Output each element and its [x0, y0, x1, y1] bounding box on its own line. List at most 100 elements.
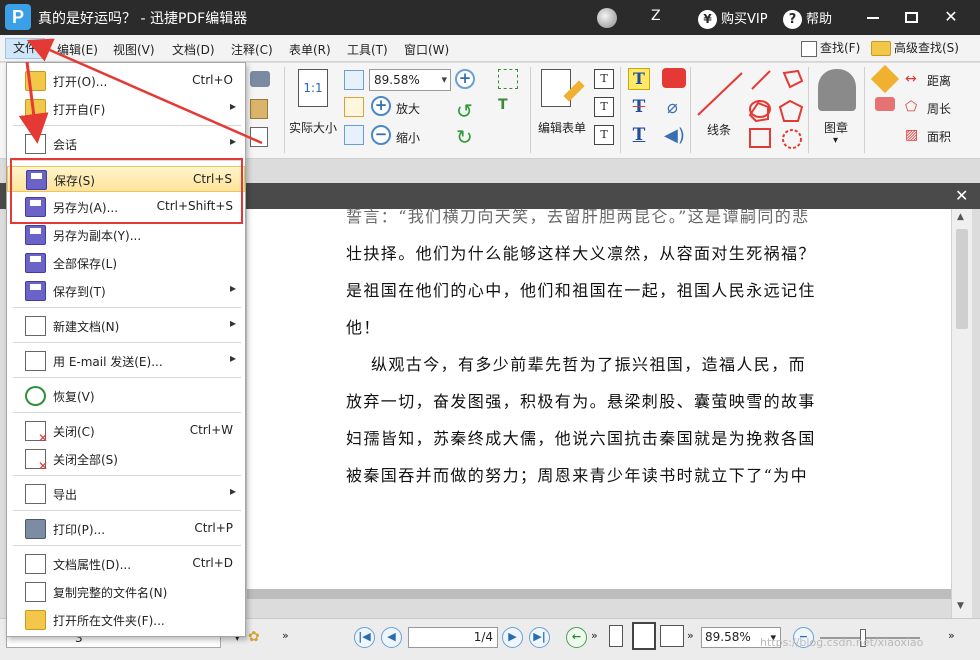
sound-icon[interactable]: ◀) — [664, 125, 685, 146]
close-document-icon[interactable]: ✕ — [955, 186, 968, 205]
last-page-icon[interactable]: ▶| — [529, 627, 550, 648]
scroll-thumb[interactable] — [956, 229, 968, 329]
menu-item-revert[interactable]: 恢复(V) — [7, 383, 245, 409]
menu-item-open[interactable]: 打开(O)... Ctrl+O — [7, 68, 245, 94]
text-callout-icon[interactable]: T — [594, 97, 614, 117]
scroll-up-icon[interactable]: ▲ — [957, 212, 964, 222]
edit-form-button[interactable]: 编辑表单 — [538, 119, 586, 136]
strikeout-text-icon[interactable]: T — [628, 96, 650, 118]
continuous-page-icon[interactable] — [632, 622, 656, 650]
help-button[interactable]: ? 帮助 — [783, 8, 832, 29]
maximize-button[interactable] — [896, 4, 926, 30]
minimize-button[interactable] — [858, 4, 888, 30]
menu-form[interactable]: 表单(R) — [289, 41, 331, 58]
text-frame-icon[interactable]: T — [594, 125, 614, 145]
actual-size-icon: 1:1 — [298, 69, 328, 107]
menu-document[interactable]: 文档(D) — [172, 41, 215, 58]
menu-item-label: 关闭全部(S) — [53, 453, 118, 467]
rotate-right-icon[interactable]: ↻ — [456, 125, 473, 149]
menu-item-label: 另存为副本(Y)... — [53, 229, 142, 243]
save-all-icon — [25, 253, 46, 273]
close-window-button[interactable]: ✕ — [936, 4, 966, 30]
distance-button[interactable]: 距离 — [927, 72, 951, 89]
zoom-out-button[interactable]: 缩小 — [396, 129, 420, 146]
zoom-out-icon[interactable]: − — [371, 125, 391, 145]
attachment-icon[interactable]: ⌀ — [667, 97, 678, 118]
help-label: 帮助 — [806, 12, 833, 27]
menu-item-save-copy[interactable]: 另存为副本(Y)... — [7, 222, 245, 248]
line-tool-button[interactable]: 线条 — [707, 121, 731, 138]
menu-item-new-document[interactable]: 新建文档(N) ▸ — [7, 313, 245, 339]
menu-item-save-to[interactable]: 保存到(T) ▸ — [7, 278, 245, 304]
clipboard-icon[interactable] — [250, 127, 268, 147]
moon-theme-icon[interactable] — [597, 8, 617, 28]
next-page-icon[interactable]: ▶ — [502, 627, 523, 648]
line-tool-icon[interactable] — [694, 69, 746, 119]
status-more-icon[interactable]: » — [948, 629, 955, 642]
menu-item-close-all[interactable]: ✕ 关闭全部(S) — [7, 446, 245, 472]
scroll-down-icon[interactable]: ▼ — [957, 601, 964, 611]
eraser-icon[interactable] — [875, 97, 895, 111]
back-view-icon[interactable]: ← — [566, 627, 587, 648]
highlight-text-icon[interactable]: T — [628, 68, 650, 90]
zoom-in-icon[interactable]: + — [371, 96, 391, 116]
menu-edit[interactable]: 编辑(E) — [57, 41, 98, 58]
prev-page-icon[interactable]: ◀ — [381, 627, 402, 648]
rotate-left-icon[interactable]: ↺ — [456, 99, 473, 123]
buy-vip-button[interactable]: ¥ 购买VIP — [698, 8, 768, 29]
note-comment-icon[interactable] — [662, 68, 686, 88]
zoom-in-button[interactable]: 放大 — [396, 100, 420, 117]
more-chevron-icon[interactable]: » — [282, 629, 289, 642]
menu-window[interactable]: 窗口(W) — [404, 41, 449, 58]
menu-item-open-folder[interactable]: 打开所在文件夹(F)... — [7, 607, 245, 633]
fit-page-icon[interactable] — [344, 70, 364, 90]
menu-item-print[interactable]: 打印(P)... Ctrl+P — [7, 516, 245, 542]
menu-item-label: 打印(P)... — [53, 523, 106, 537]
distance-icon: ↔ — [905, 71, 917, 87]
paste-icon[interactable] — [250, 99, 268, 119]
menu-item-label: 打开自(F) — [53, 103, 106, 117]
fit-visible-icon[interactable] — [344, 125, 364, 145]
user-account[interactable]: Z — [651, 8, 661, 24]
menu-item-label: 全部保存(L) — [53, 257, 118, 271]
menu-item-session[interactable]: 会话 ▸ — [7, 131, 245, 157]
zoom-tool-icon[interactable]: + — [455, 69, 475, 89]
stamp-button[interactable]: 图章 — [824, 119, 848, 136]
perimeter-button[interactable]: 周长 — [927, 100, 951, 117]
select-image-icon[interactable] — [498, 69, 518, 89]
menu-item-export[interactable]: 导出 ▸ — [7, 481, 245, 507]
menu-item-close[interactable]: ✕ 关闭(C) Ctrl+W — [7, 418, 245, 444]
stamp-dropdown-icon[interactable]: ▾ — [833, 135, 838, 146]
stamp-icon — [818, 69, 856, 111]
menu-item-email[interactable]: 用 E-mail 发送(E)... ▸ — [7, 348, 245, 374]
menu-item-save-all[interactable]: 全部保存(L) — [7, 250, 245, 276]
facing-page-icon[interactable] — [660, 625, 684, 647]
history-chevron-icon[interactable]: » — [591, 629, 598, 642]
vertical-scrollbar[interactable]: ▲ ▼ — [951, 209, 972, 618]
ribbon-zoom-select[interactable]: 89.58% — [369, 69, 451, 91]
snapshot-icon[interactable] — [250, 71, 270, 87]
menu-tools[interactable]: 工具(T) — [347, 41, 388, 58]
text-field-icon[interactable]: T — [498, 97, 508, 113]
menu-view[interactable]: 视图(V) — [113, 41, 155, 58]
menu-item-copy-filename[interactable]: 复制完整的文件名(N) — [7, 579, 245, 605]
menu-item-label: 文档属性(D)... — [53, 558, 132, 572]
pencil-tool-icon[interactable] — [870, 64, 900, 94]
settings-gear-icon[interactable]: ✿ — [248, 629, 260, 645]
page-number-input[interactable]: 1/4 — [408, 627, 498, 648]
menu-item-doc-properties[interactable]: 文档属性(D)... Ctrl+D — [7, 551, 245, 577]
text-box-icon[interactable]: T — [594, 69, 614, 89]
menu-comment[interactable]: 注释(C) — [231, 41, 273, 58]
area-button[interactable]: 面积 — [927, 128, 951, 145]
first-page-icon[interactable]: |◀ — [354, 627, 375, 648]
actual-size-button[interactable]: 实际大小 — [289, 119, 337, 136]
shape-tools-icons[interactable] — [748, 67, 808, 155]
menu-item-open-from[interactable]: 打开自(F) ▸ — [7, 96, 245, 122]
advanced-find-button[interactable]: 高级查找(S) — [871, 39, 959, 56]
underline-text-icon[interactable]: T — [628, 124, 650, 146]
single-page-icon[interactable] — [609, 625, 623, 647]
find-button[interactable]: 查找(F) — [801, 39, 860, 57]
menu-file[interactable]: 文件 — [5, 38, 45, 59]
layout-chevron-icon[interactable]: » — [687, 629, 694, 642]
fit-width-icon[interactable] — [344, 97, 364, 117]
